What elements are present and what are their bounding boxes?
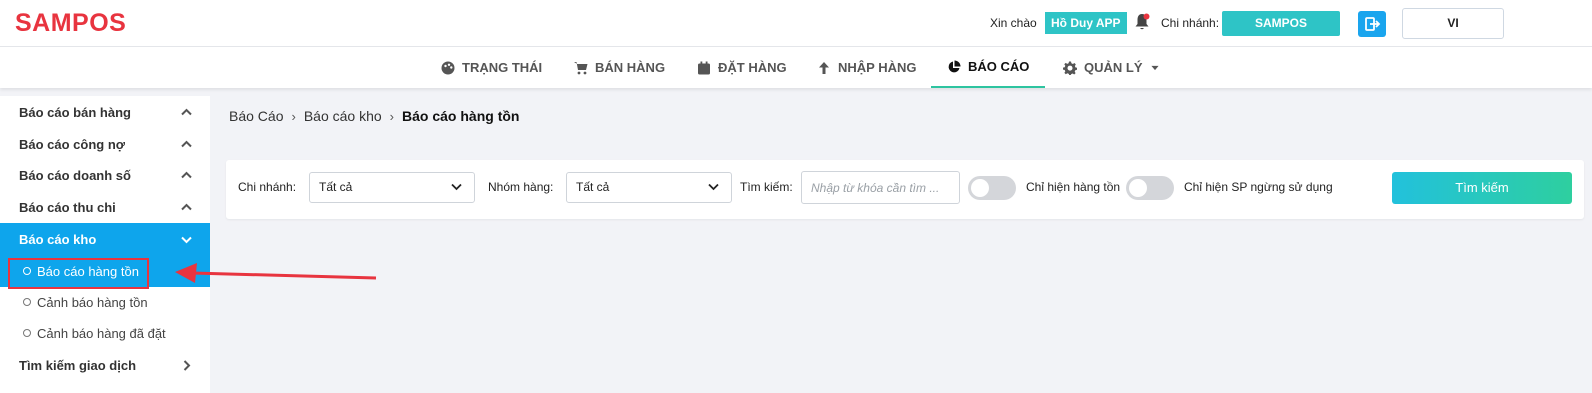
calendar-icon <box>698 61 710 74</box>
toggle-only-in-stock[interactable] <box>968 176 1016 200</box>
sidebar-item-label: Báo cáo doanh số <box>19 167 131 183</box>
sidebar-item-label: Báo cáo kho <box>19 231 97 247</box>
circle-icon <box>23 298 31 306</box>
greeting-text: Xin chào <box>990 16 1037 30</box>
group-filter-label: Nhóm hàng: <box>488 180 554 194</box>
branch-filter-value: Tất cả <box>319 180 353 194</box>
sidebar-subitem-label: Cảnh báo hàng đã đặt <box>37 325 166 341</box>
branch-filter-select[interactable]: Tất cả <box>309 172 475 203</box>
annotation-highlight-box <box>8 258 149 289</box>
chevron-down-icon <box>708 183 719 191</box>
group-filter-select[interactable]: Tất cả <box>566 172 732 203</box>
nav-label: ĐẶT HÀNG <box>718 59 787 75</box>
search-label: Tìm kiếm: <box>740 180 793 194</box>
nav-label: NHẬP HÀNG <box>838 59 917 75</box>
branch-label: Chi nhánh: <box>1161 16 1220 30</box>
toggle-knob <box>1129 179 1147 197</box>
sidebar-item-tim-kiem-giao-dich[interactable]: Tìm kiếm giao dịch <box>0 349 210 381</box>
nav-label: BÁN HÀNG <box>595 59 666 75</box>
chevron-down-icon <box>181 236 192 243</box>
nav-item-trang-thai[interactable]: TRẠNG THÁI <box>441 47 542 88</box>
chevron-down-icon <box>451 183 462 191</box>
chevron-up-icon <box>181 203 192 210</box>
cart-icon <box>574 61 588 74</box>
circle-icon <box>23 329 31 337</box>
pie-chart-icon <box>948 60 961 72</box>
breadcrumb-current: Báo cáo hàng tồn <box>402 108 520 124</box>
nav-item-nhap-hang[interactable]: NHẬP HÀNG <box>817 47 917 88</box>
chevron-up-icon <box>181 108 192 115</box>
nav-label: TRẠNG THÁI <box>462 59 543 75</box>
sidebar-item-bao-cao-ban-hang[interactable]: Báo cáo bán hàng <box>0 96 210 128</box>
caret-down-icon <box>1150 65 1159 70</box>
search-button[interactable]: Tìm kiếm <box>1392 172 1572 204</box>
nav-item-dat-hang[interactable]: ĐẶT HÀNG <box>697 47 787 88</box>
arrow-up-icon <box>819 61 829 74</box>
chevron-right-icon: › <box>389 108 395 124</box>
breadcrumb-item-bao-cao-kho[interactable]: Báo cáo kho <box>304 108 382 124</box>
sidebar-item-label: Báo cáo bán hàng <box>19 104 131 120</box>
language-button[interactable]: VI <box>1402 8 1504 39</box>
top-header: SAMPOS Xin chào Hồ Duy APP Chi nhánh: SA… <box>0 0 1592 47</box>
toggle-knob <box>971 179 989 197</box>
sidebar-subitem-label: Cảnh báo hàng tồn <box>37 294 148 310</box>
sidebar-item-label: Báo cáo công nợ <box>19 136 126 152</box>
user-name-badge[interactable]: Hồ Duy APP <box>1045 12 1127 34</box>
chevron-up-icon <box>181 140 192 147</box>
branch-filter-label: Chi nhánh: <box>238 180 297 194</box>
search-input[interactable] <box>801 171 960 204</box>
sidebar-item-label: Báo cáo thu chi <box>19 199 116 215</box>
logout-icon <box>1365 17 1381 31</box>
logout-button[interactable] <box>1358 11 1386 37</box>
sidebar-item-bao-cao-thu-chi[interactable]: Báo cáo thu chi <box>0 191 210 223</box>
filter-panel: Chi nhánh: Tất cả Nhóm hàng: Tất cả Tìm … <box>226 160 1584 219</box>
breadcrumb-item-bao-cao[interactable]: Báo Cáo <box>229 108 283 124</box>
chevron-up-icon <box>181 171 192 178</box>
sidebar-item-bao-cao-kho[interactable]: Báo cáo kho <box>0 223 210 255</box>
gear-icon <box>1063 61 1077 75</box>
sidebar-item-bao-cao-doanh-so[interactable]: Báo cáo doanh số <box>0 159 210 191</box>
toggle-only-in-stock-label: Chỉ hiện hàng tồn <box>1026 180 1121 194</box>
branch-selector[interactable]: SAMPOS <box>1222 11 1340 36</box>
main-nav: TRẠNG THÁI BÁN HÀNG ĐẶT HÀNG NHẬP HÀNG B… <box>0 47 1592 88</box>
chevron-right-icon: › <box>291 108 296 124</box>
bell-icon[interactable] <box>1134 13 1150 31</box>
sampos-logo[interactable]: SAMPOS <box>15 9 126 38</box>
sidebar-item-bao-cao-cong-no[interactable]: Báo cáo công nợ <box>0 128 210 160</box>
nav-item-quan-ly[interactable]: QUẢN LÝ <box>1063 47 1160 88</box>
nav-item-bao-cao[interactable]: BÁO CÁO <box>931 47 1046 88</box>
breadcrumb: Báo Cáo › Báo cáo kho › Báo cáo hàng tồn <box>229 108 519 124</box>
toggle-discontinued-label: Chỉ hiện SP ngừng sử dụng <box>1184 180 1333 194</box>
sidebar-subitem-canh-bao-hang-da-dat[interactable]: Cảnh báo hàng đã đặt <box>0 317 210 349</box>
palette-icon <box>441 61 455 74</box>
annotation-arrow <box>175 263 377 283</box>
nav-label: QUẢN LÝ <box>1084 59 1143 75</box>
nav-item-ban-hang[interactable]: BÁN HÀNG <box>574 47 665 88</box>
chevron-right-icon <box>183 359 191 371</box>
group-filter-value: Tất cả <box>576 180 610 194</box>
sidebar-item-label: Tìm kiếm giao dịch <box>19 357 137 373</box>
nav-label: BÁO CÁO <box>968 58 1030 74</box>
toggle-discontinued[interactable] <box>1126 176 1174 200</box>
sidebar: Báo cáo bán hàng Báo cáo công nợ Báo cáo… <box>0 96 210 393</box>
